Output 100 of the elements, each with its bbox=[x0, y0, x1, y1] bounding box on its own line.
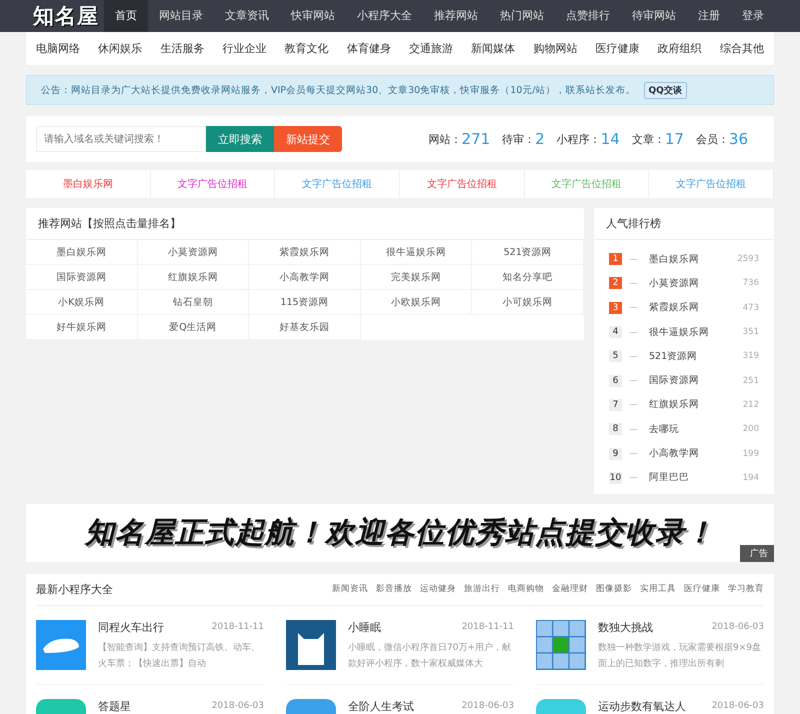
ranked-site-link[interactable]: 红旗娱乐网 bbox=[649, 398, 743, 412]
stat-value: 2 bbox=[535, 130, 545, 148]
click-count: 736 bbox=[742, 278, 759, 288]
category-link[interactable]: 政府组织 bbox=[658, 41, 702, 56]
rank-number: 5 bbox=[609, 350, 622, 362]
text-ad-link[interactable]: 文字广告位招租 bbox=[150, 170, 276, 198]
category-tab[interactable]: 新闻资讯 bbox=[332, 583, 368, 596]
app-name-link[interactable]: 小睡眠 bbox=[348, 620, 381, 635]
category-tab[interactable]: 图像摄影 bbox=[596, 583, 632, 596]
app-icon[interactable] bbox=[36, 620, 86, 670]
site-link[interactable]: 好基友乐园 bbox=[249, 315, 361, 340]
site-link[interactable]: 115资源网 bbox=[249, 290, 361, 315]
search-button[interactable]: 立即搜索 bbox=[206, 126, 274, 152]
site-link[interactable]: 紫霞娱乐网 bbox=[249, 240, 361, 265]
nav-link[interactable]: 首页 bbox=[104, 0, 148, 32]
category-tab[interactable]: 电商购物 bbox=[508, 583, 544, 596]
category-link[interactable]: 综合其他 bbox=[720, 41, 764, 56]
stat-label: 网站： bbox=[428, 132, 462, 146]
rank-number: 7 bbox=[609, 398, 622, 411]
app-name-link[interactable]: 答题星 bbox=[98, 698, 131, 714]
category-tab[interactable]: 影音播放 bbox=[376, 583, 412, 596]
app-name-link[interactable]: 同程火车出行 bbox=[98, 620, 164, 635]
category-link[interactable]: 行业企业 bbox=[222, 41, 267, 56]
ranked-site-link[interactable]: 小莫资源网 bbox=[649, 276, 743, 290]
date: 2018-06-03 bbox=[712, 701, 764, 712]
site-link[interactable]: 钻石皇朝 bbox=[138, 290, 250, 315]
rank-number: 2 bbox=[609, 277, 622, 290]
click-count: 251 bbox=[742, 376, 759, 386]
category-link[interactable]: 新闻媒体 bbox=[471, 41, 516, 56]
site-link[interactable]: 小可娱乐网 bbox=[472, 290, 584, 315]
nav-link[interactable]: 网站目录 bbox=[148, 0, 214, 32]
ranked-site-link[interactable]: 国际资源网 bbox=[649, 374, 743, 388]
qq-chat-button[interactable]: QQ交谈 bbox=[644, 82, 687, 98]
user-link[interactable]: 注册 bbox=[687, 0, 731, 32]
category-tab[interactable]: 金融理财 bbox=[552, 583, 588, 596]
date: 2018-11-11 bbox=[462, 622, 514, 632]
category-link[interactable]: 电脑网络 bbox=[36, 41, 80, 56]
site-link[interactable]: 国际资源网 bbox=[26, 265, 138, 290]
text-ad-link[interactable]: 文字广告位招租 bbox=[400, 170, 525, 198]
click-count: 194 bbox=[742, 472, 759, 483]
nav-link[interactable]: 热门网站 bbox=[489, 0, 555, 32]
category-link[interactable]: 购物网站 bbox=[533, 41, 578, 56]
text-ad-link[interactable]: 墨白娱乐网 bbox=[26, 170, 151, 198]
app-icon[interactable] bbox=[286, 620, 336, 670]
site-logo[interactable]: 知名屋 bbox=[33, 2, 104, 30]
category-link[interactable]: 交通旅游 bbox=[409, 41, 454, 56]
category-tab[interactable]: 旅游出行 bbox=[464, 583, 500, 596]
ranked-site-link[interactable]: 521资源网 bbox=[649, 350, 743, 363]
nav-link[interactable]: 点赞排行 bbox=[555, 0, 621, 32]
ad-banner[interactable]: 知名屋正式起航！欢迎各位优秀站点提交收录！ 广告 bbox=[26, 504, 774, 562]
site-link[interactable]: 很牛逼娱乐网 bbox=[360, 240, 472, 265]
site-link[interactable]: 墨白娱乐网 bbox=[26, 240, 138, 265]
stat-value: 271 bbox=[462, 130, 490, 148]
nav-link[interactable]: 文章资讯 bbox=[214, 0, 280, 32]
rank-number: 9 bbox=[609, 448, 622, 460]
category-link[interactable]: 体育健身 bbox=[346, 41, 391, 56]
date: 2018-06-03 bbox=[462, 701, 514, 712]
category-tab[interactable]: 实用工具 bbox=[640, 583, 676, 596]
app-name-link[interactable]: 运动步数有氧达人 bbox=[598, 698, 686, 714]
category-link[interactable]: 医疗健康 bbox=[596, 41, 640, 56]
nav-link[interactable]: 小程序大全 bbox=[346, 0, 423, 32]
site-link[interactable]: 爱Q生活网 bbox=[138, 315, 250, 340]
ranked-site-link[interactable]: 小高教学网 bbox=[649, 447, 743, 460]
category-tab[interactable]: 医疗健康 bbox=[684, 583, 720, 596]
site-link[interactable]: 小K娱乐网 bbox=[26, 290, 138, 315]
search-field[interactable]: 请输入域名或关键词搜索！ bbox=[36, 126, 206, 152]
category-link[interactable]: 教育文化 bbox=[284, 41, 329, 56]
banner-text: 知名屋正式起航！欢迎各位优秀站点提交收录！ bbox=[85, 514, 715, 551]
ranked-site-link[interactable]: 去哪玩 bbox=[649, 422, 743, 436]
category-link[interactable]: 生活服务 bbox=[160, 41, 204, 56]
click-count: 473 bbox=[742, 302, 759, 313]
user-link[interactable]: 登录 bbox=[731, 0, 775, 32]
nav-link[interactable]: 待审网站 bbox=[621, 0, 687, 32]
nav-link[interactable]: 推荐网站 bbox=[423, 0, 489, 32]
ranked-site-link[interactable]: 很牛逼娱乐网 bbox=[649, 326, 743, 339]
ranked-site-link[interactable]: 墨白娱乐网 bbox=[649, 252, 738, 266]
app-name-link[interactable]: 全阶人生考试 bbox=[348, 698, 414, 714]
site-link[interactable]: 小欧娱乐网 bbox=[360, 290, 472, 315]
site-link[interactable]: 好牛娱乐网 bbox=[26, 315, 138, 340]
category-link[interactable]: 休闲娱乐 bbox=[98, 41, 142, 56]
site-link[interactable]: 知名分享吧 bbox=[472, 265, 584, 290]
rank-number: 6 bbox=[609, 374, 622, 387]
click-count: 2593 bbox=[737, 254, 759, 264]
site-link[interactable]: 小高教学网 bbox=[249, 265, 361, 290]
date: 2018-06-03 bbox=[712, 622, 764, 632]
site-link[interactable]: 完美娱乐网 bbox=[360, 265, 472, 290]
ranked-site-link[interactable]: 阿里巴巴 bbox=[649, 471, 743, 484]
click-count: 199 bbox=[742, 448, 759, 459]
site-link[interactable]: 521资源网 bbox=[472, 240, 584, 265]
stat-value: 14 bbox=[600, 130, 620, 148]
nav-link[interactable]: 快审网站 bbox=[280, 0, 346, 32]
category-tab[interactable]: 学习教育 bbox=[728, 583, 764, 596]
app-name-link[interactable]: 数独大挑战 bbox=[598, 620, 653, 635]
category-tab[interactable]: 运动健身 bbox=[420, 583, 456, 596]
rank-number: 8 bbox=[609, 423, 622, 436]
site-link[interactable]: 红旗娱乐网 bbox=[138, 265, 250, 290]
ranked-site-link[interactable]: 紫霞娱乐网 bbox=[649, 301, 743, 314]
date: 2018-11-11 bbox=[212, 622, 264, 632]
app-description: 小睡眠，微信小程序首日70万+用户，献款好评小程序，数十家权威媒体大 bbox=[348, 642, 512, 671]
site-link[interactable]: 小莫资源网 bbox=[138, 240, 250, 265]
